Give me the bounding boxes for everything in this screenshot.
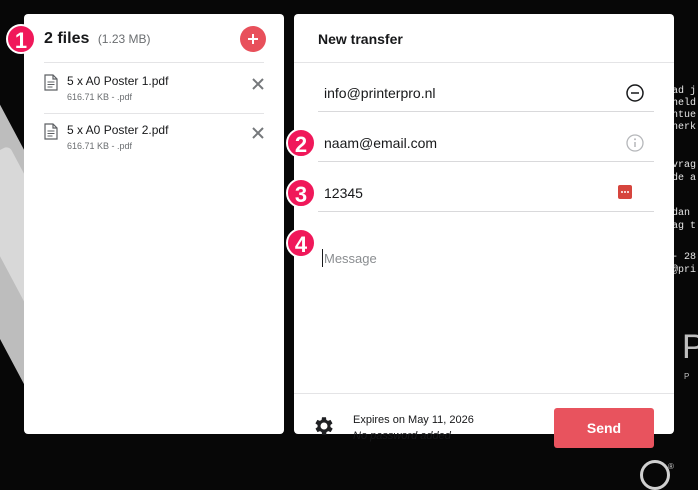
remove-file-icon[interactable]	[250, 76, 266, 92]
background-text: ag t	[672, 221, 697, 232]
background-logo-circle	[640, 460, 670, 490]
files-total-size: (1.23 MB)	[97, 32, 151, 46]
background-text: held	[672, 98, 697, 109]
sender-email-field[interactable]: naam@email.com	[318, 122, 654, 162]
document-icon	[44, 123, 58, 140]
plus-icon	[248, 34, 258, 44]
info-icon[interactable]	[626, 134, 644, 152]
remove-recipient-icon[interactable]	[626, 84, 644, 102]
files-count: 2 files	[44, 30, 90, 47]
code-field[interactable]: 12345	[318, 172, 654, 212]
gear-icon[interactable]	[312, 414, 336, 438]
annotation-marker-3: 3	[286, 178, 316, 208]
password-status: No password added	[353, 430, 451, 442]
background-text: dan	[672, 208, 691, 219]
background-text: ntue	[672, 110, 697, 121]
annotation-marker-4: 4	[286, 228, 316, 258]
add-files-button[interactable]	[240, 26, 266, 52]
background-text: nerk	[672, 122, 697, 133]
file-item: 5 x A0 Poster 1.pdf 616.71 KB - .pdf	[44, 72, 266, 112]
code-value: 12345	[324, 185, 363, 201]
file-meta: 616.71 KB - .pdf	[67, 141, 133, 151]
divider	[294, 62, 674, 63]
annotation-marker-2: 2	[286, 128, 316, 158]
background-text: ad j	[672, 86, 697, 97]
recipient-email-field[interactable]: info@printerpro.nl	[318, 72, 654, 112]
transfer-title: New transfer	[318, 31, 403, 47]
annotation-marker-1: 1	[6, 24, 36, 54]
background-logo: P	[682, 328, 698, 366]
background-logo-sub: P	[684, 372, 690, 381]
divider	[44, 62, 264, 63]
sender-email-value: naam@email.com	[324, 135, 438, 151]
background-text: de a	[672, 173, 697, 184]
files-panel: 2 files (1.23 MB) 5 x A0 Poster 1.pdf 61…	[24, 14, 284, 434]
remove-file-icon[interactable]	[250, 125, 266, 141]
file-name: 5 x A0 Poster 1.pdf	[67, 74, 169, 88]
divider	[44, 113, 264, 114]
files-header: 2 files (1.23 MB)	[44, 26, 268, 54]
file-item: 5 x A0 Poster 2.pdf 616.71 KB - .pdf	[44, 121, 266, 161]
transfer-panel: New transfer info@printerpro.nl naam@ema…	[294, 14, 674, 448]
document-icon	[44, 74, 58, 91]
message-input[interactable]: Message	[324, 251, 377, 266]
password-manager-icon[interactable]	[618, 185, 632, 199]
send-button[interactable]: Send	[554, 408, 654, 448]
expiration-text[interactable]: Expires on May 11, 2026	[353, 414, 474, 426]
background-text: - 28	[672, 252, 697, 263]
background-text: @pri	[672, 265, 697, 276]
file-meta: 616.71 KB - .pdf	[67, 92, 133, 102]
field-underline	[318, 161, 654, 162]
registered-mark: ®	[668, 462, 674, 471]
background-text: vrag	[672, 160, 697, 171]
recipient-email-value: info@printerpro.nl	[324, 85, 436, 101]
field-underline	[318, 111, 654, 112]
field-underline	[318, 211, 654, 212]
file-name: 5 x A0 Poster 2.pdf	[67, 123, 169, 137]
divider	[294, 393, 674, 394]
text-cursor	[322, 249, 323, 267]
